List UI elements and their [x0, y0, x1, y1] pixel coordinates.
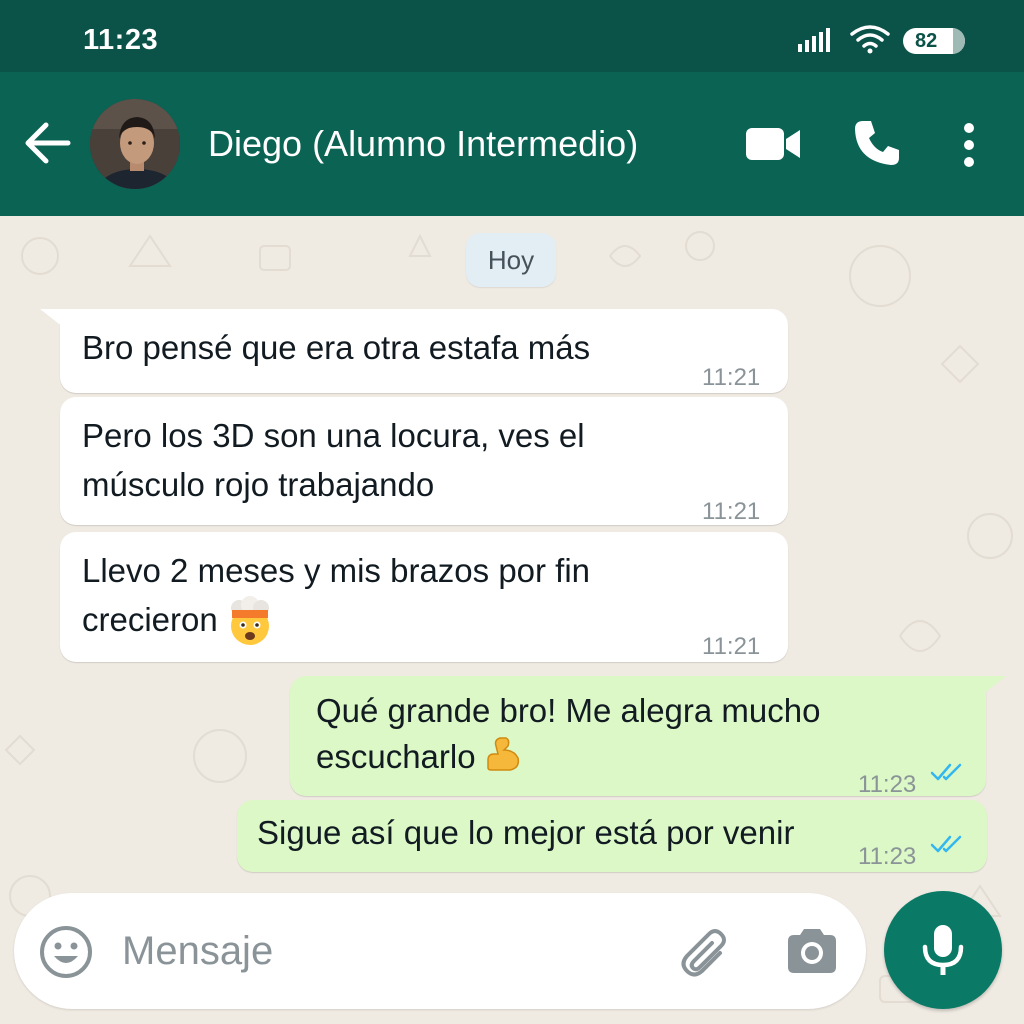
- message-composer: [14, 893, 866, 1009]
- message-time: 11:21: [702, 498, 761, 525]
- battery-indicator: 82: [903, 28, 965, 54]
- message-text: Llevo 2 meses y mis brazos por fin: [82, 552, 591, 589]
- date-separator: Hoy: [466, 233, 556, 287]
- contact-name[interactable]: Diego (Alumno Intermedio): [208, 123, 638, 165]
- microphone-icon: [922, 925, 964, 975]
- paperclip-icon[interactable]: [676, 923, 734, 981]
- chat-header: Diego (Alumno Intermedio): [0, 72, 1024, 216]
- message-text: Sigue así que lo mejor está por venir: [257, 814, 795, 851]
- message-bubble-incoming[interactable]: Bro pensé que era otra estafa más 11:21: [40, 309, 788, 393]
- bubble-tail: [978, 676, 1006, 698]
- videocam-icon[interactable]: [744, 122, 802, 166]
- emoji-icon[interactable]: [38, 924, 94, 980]
- message-text: músculo rojo trabajando: [82, 466, 435, 503]
- signal-icon: [798, 28, 830, 52]
- flexed-biceps-emoji-icon: [486, 737, 519, 771]
- message-bubble-outgoing[interactable]: Sigue así que lo mejor está por venir 11…: [237, 800, 987, 872]
- message-bubble-incoming[interactable]: Pero los 3D son una locura, ves el múscu…: [60, 397, 788, 525]
- message-text: Pero los 3D son una locura, ves el: [82, 417, 585, 454]
- message-time: 11:23: [858, 843, 917, 870]
- message-text: Qué grande bro! Me alegra mucho: [316, 692, 821, 729]
- more-vert-icon[interactable]: [954, 120, 984, 170]
- voice-record-button[interactable]: [884, 891, 1002, 1009]
- wifi-icon: [850, 25, 890, 54]
- camera-icon[interactable]: [784, 923, 840, 979]
- message-bubble-outgoing[interactable]: Qué grande bro! Me alegra mucho escuchar…: [290, 676, 1006, 798]
- phone-icon[interactable]: [852, 118, 902, 168]
- message-time: 11:21: [702, 364, 761, 391]
- message-text: escucharlo: [316, 738, 476, 775]
- status-bar: 11:23 82: [0, 0, 1024, 72]
- avatar[interactable]: [88, 97, 182, 191]
- double-check-icon: [930, 835, 962, 853]
- message-input[interactable]: [122, 923, 642, 979]
- message-text: Bro pensé que era otra estafa más: [82, 329, 591, 366]
- status-time: 11:23: [83, 24, 159, 56]
- double-check-icon: [930, 763, 962, 781]
- bubble-tail: [40, 309, 68, 331]
- message-text: crecieron: [82, 601, 218, 638]
- message-time: 11:21: [702, 633, 761, 660]
- message-bubble-incoming[interactable]: Llevo 2 meses y mis brazos por fin creci…: [60, 532, 788, 662]
- exploding-head-emoji-icon: [230, 596, 269, 646]
- arrow-left-icon[interactable]: [20, 116, 74, 170]
